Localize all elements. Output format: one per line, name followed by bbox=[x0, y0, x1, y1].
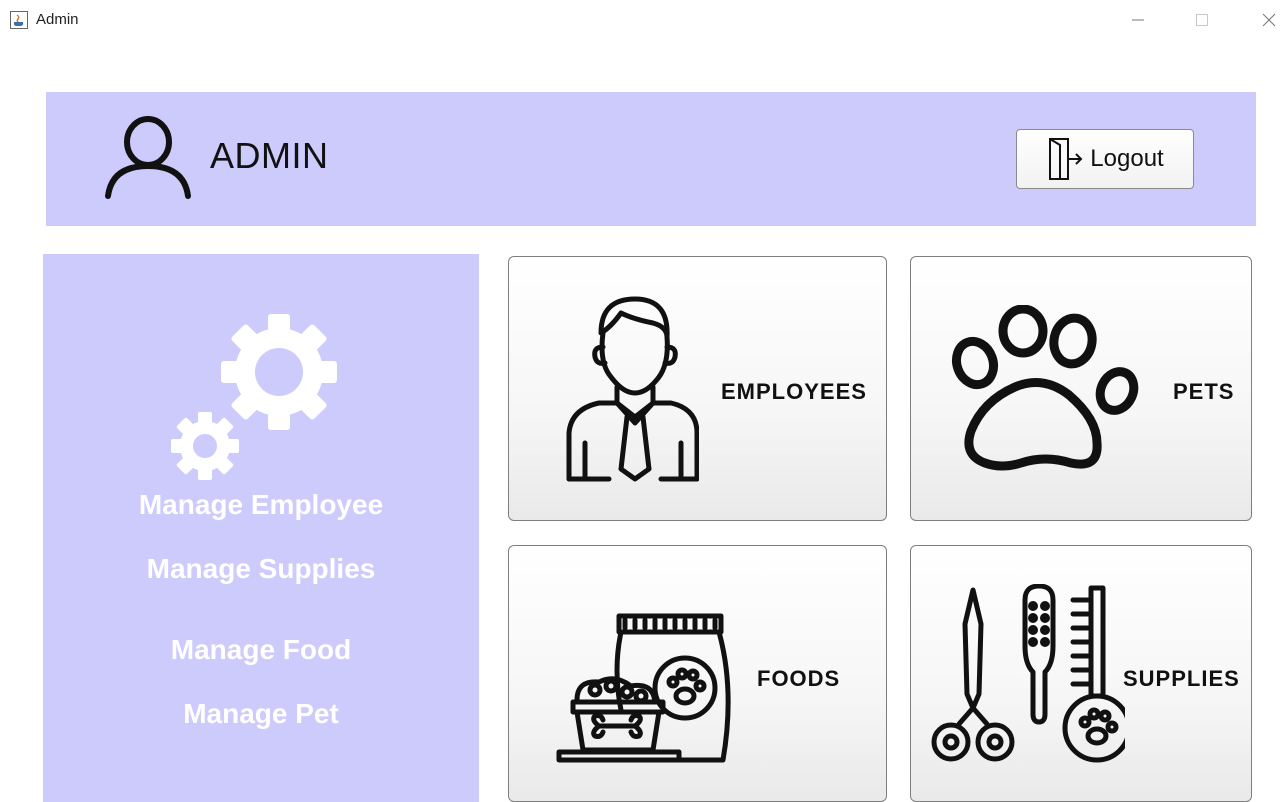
employee-icon bbox=[566, 296, 699, 482]
header-panel: ADMIN Logout bbox=[46, 92, 1256, 226]
supplies-card[interactable]: SUPPLIES bbox=[910, 545, 1252, 802]
logout-label: Logout bbox=[1090, 145, 1164, 172]
gears-icon bbox=[171, 314, 337, 480]
foods-card-label: FOODS bbox=[757, 666, 841, 691]
minimize-icon[interactable] bbox=[1124, 8, 1152, 32]
logout-button[interactable]: Logout bbox=[1016, 129, 1194, 189]
employees-card[interactable]: EMPLOYEES bbox=[508, 256, 887, 521]
user-icon bbox=[105, 116, 191, 199]
sidebar-item-manage-food[interactable]: Manage Food bbox=[43, 633, 479, 667]
sidebar-item-manage-supplies[interactable]: Manage Supplies bbox=[43, 552, 479, 586]
maximize-icon[interactable] bbox=[1188, 8, 1216, 32]
supplies-card-label: SUPPLIES bbox=[1123, 666, 1240, 691]
admin-username: ADMIN bbox=[210, 135, 329, 176]
pets-card-label: PETS bbox=[1173, 379, 1235, 404]
java-icon bbox=[10, 11, 28, 29]
close-icon[interactable] bbox=[1255, 8, 1283, 32]
sidebar: Manage Employee Manage Supplies Manage F… bbox=[43, 254, 479, 802]
employees-card-label: EMPLOYEES bbox=[721, 379, 867, 404]
grooming-supplies-icon bbox=[931, 584, 1125, 763]
window-title: Admin bbox=[36, 11, 79, 28]
paw-icon bbox=[951, 305, 1139, 471]
foods-card[interactable]: FOODS bbox=[508, 545, 887, 802]
pets-card[interactable]: PETS bbox=[910, 256, 1252, 521]
title-bar: Admin bbox=[0, 0, 1285, 40]
sidebar-item-manage-pet[interactable]: Manage Pet bbox=[43, 697, 479, 731]
logout-door-icon bbox=[1049, 138, 1083, 180]
pet-food-icon bbox=[556, 613, 731, 763]
sidebar-item-manage-employee[interactable]: Manage Employee bbox=[43, 488, 479, 522]
